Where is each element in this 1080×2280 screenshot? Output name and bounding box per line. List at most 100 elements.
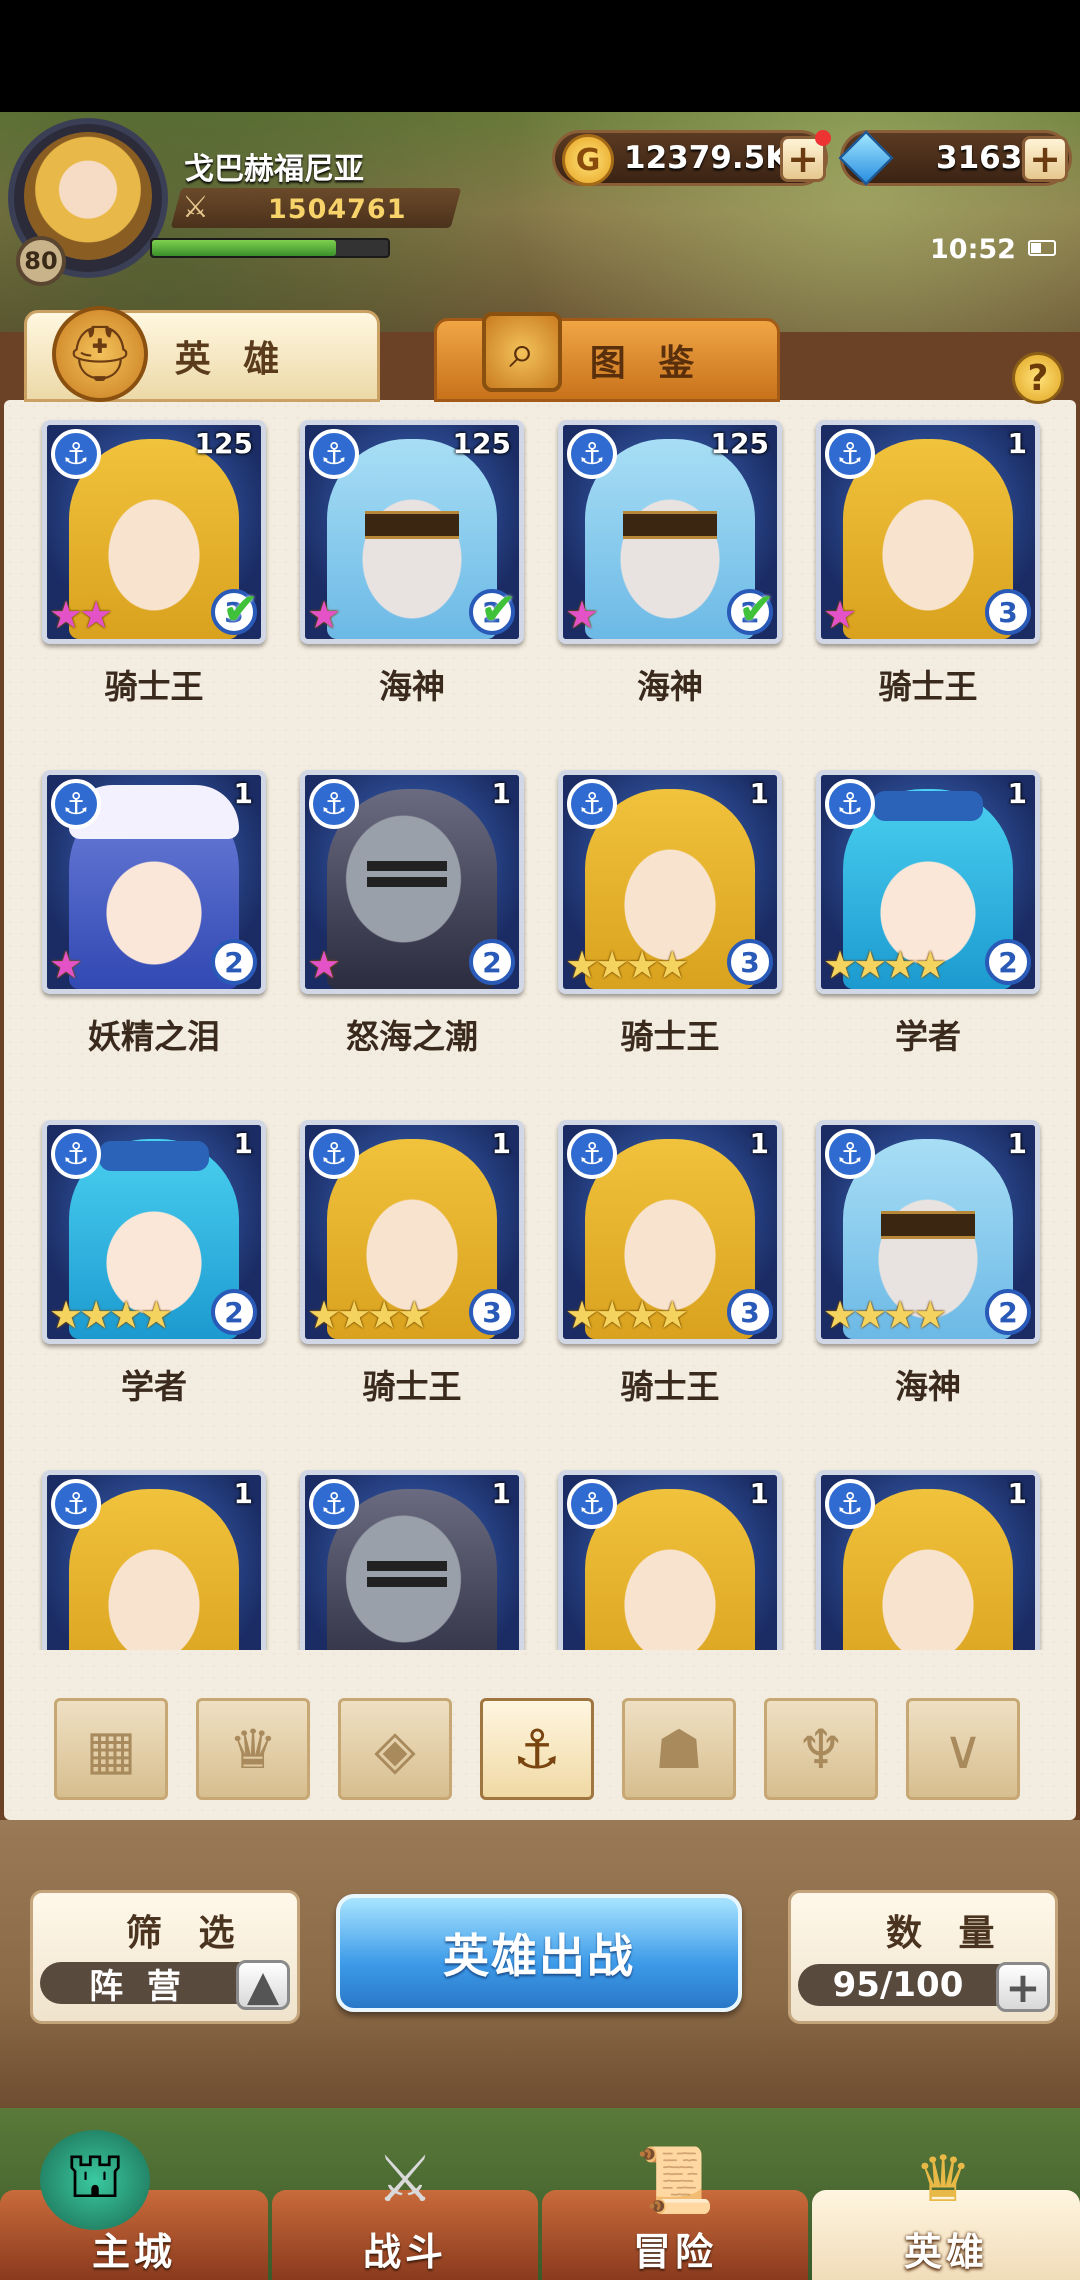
deploy-heroes-button[interactable]: 英雄出战 xyxy=(336,1894,742,2012)
hero-level: 1 xyxy=(491,777,511,810)
anchor-faction-icon: ⚓ xyxy=(51,1479,101,1529)
hero-level: 1 xyxy=(491,1477,511,1510)
anchor-faction-icon: ⚓ xyxy=(51,779,101,829)
crossed-swords-icon: ⚔ xyxy=(182,190,209,225)
faction-horn-icon[interactable]: ♆ xyxy=(764,1698,878,1800)
hero-name: 学者 xyxy=(895,1017,961,1056)
tab-heroes-label: 英 雄 xyxy=(174,339,290,380)
hero-level: 125 xyxy=(194,427,253,460)
star-rating: ★ xyxy=(307,593,341,637)
anchor-faction-icon: ⚓ xyxy=(567,779,617,829)
hero-level: 1 xyxy=(1007,1127,1027,1160)
castle-icon: ⛫ xyxy=(40,2130,150,2230)
map-scroll-icon: 📜 xyxy=(635,2143,715,2218)
anchor-faction-icon: ⚓ xyxy=(309,1479,359,1529)
notification-dot xyxy=(815,130,831,146)
hero-level: 125 xyxy=(710,427,769,460)
hero-name: 学者 xyxy=(121,1367,187,1406)
hero-card[interactable]: ⚓ 1 ★★★★ 3 xyxy=(558,1120,782,1344)
anchor-faction-icon: ⚓ xyxy=(825,429,875,479)
hero-grade: 2 xyxy=(985,939,1031,985)
hero-card[interactable]: ⚓ 1 ★ 2 xyxy=(42,770,266,994)
hero-card[interactable]: ⚓ 1 ★ 3 xyxy=(816,420,1040,644)
anchor-faction-icon: ⚓ xyxy=(825,1479,875,1529)
hero-grade: 2 xyxy=(985,1289,1031,1335)
anchor-faction-icon: ⚓ xyxy=(309,1129,359,1179)
hero-card[interactable]: ⚓ 125 ★ 2 ✔ xyxy=(300,420,524,644)
xp-bar-fill xyxy=(152,240,336,256)
anchor-faction-icon: ⚓ xyxy=(567,1479,617,1529)
help-button[interactable]: ? xyxy=(1012,352,1064,404)
hero-level: 1 xyxy=(233,1477,253,1510)
hero-level: 1 xyxy=(1007,777,1027,810)
battery-level xyxy=(1031,243,1041,253)
star-rating: ★★★★ xyxy=(307,1293,431,1337)
hero-card[interactable]: ⚓ 1 ★★★★ 2 xyxy=(42,1120,266,1344)
check-icon: ✔ xyxy=(480,584,517,635)
player-name: 戈巴赫福尼亚 xyxy=(184,152,364,187)
hero-name: 怒海之潮 xyxy=(346,1017,478,1056)
faction-beast-icon[interactable]: ☗ xyxy=(622,1698,736,1800)
hero-level: 1 xyxy=(1007,427,1027,460)
hero-level: 1 xyxy=(749,1477,769,1510)
hero-grade: 2 xyxy=(211,939,257,985)
player-level-badge: 80 xyxy=(16,236,66,286)
hero-card[interactable]: ⚓ 1 xyxy=(816,1470,1040,1650)
anchor-faction-icon: ⚓ xyxy=(51,1129,101,1179)
hero-grade: 3 xyxy=(985,589,1031,635)
anchor-faction-icon: ⚓ xyxy=(51,429,101,479)
hero-name: 海神 xyxy=(637,667,703,706)
hero-name: 骑士王 xyxy=(362,1367,462,1406)
faction-anchor-icon[interactable]: ⚓ xyxy=(480,1698,594,1800)
hero-grade: 3 xyxy=(727,1289,773,1335)
hero-name: 海神 xyxy=(895,1367,961,1406)
star-rating: ★★★★ xyxy=(823,943,947,987)
hero-grade: 3 xyxy=(469,1289,515,1335)
all-filter-icon[interactable]: ▦ xyxy=(54,1698,168,1800)
gold-coin-icon: G xyxy=(562,134,614,186)
hero-card[interactable]: ⚓ 1 xyxy=(300,1470,524,1650)
anchor-faction-icon: ⚓ xyxy=(825,779,875,829)
hero-card[interactable]: ⚓ 1 xyxy=(558,1470,782,1650)
clock: 10:52 xyxy=(930,234,1016,265)
hero-level: 1 xyxy=(749,777,769,810)
hero-card[interactable]: ⚓ 1 ★★★★ 3 xyxy=(558,770,782,994)
hero-card[interactable]: ⚓ 1 xyxy=(42,1470,266,1650)
anchor-faction-icon: ⚓ xyxy=(825,1129,875,1179)
hero-level: 1 xyxy=(749,1127,769,1160)
status-bar-area xyxy=(0,0,1080,112)
add-gem-button[interactable]: + xyxy=(1022,136,1068,182)
hero-level: 1 xyxy=(233,777,253,810)
chevron-up-icon[interactable]: ▲ xyxy=(236,1960,290,2010)
star-rating: ★★★★ xyxy=(565,943,689,987)
hero-card[interactable]: ⚓ 1 ★★★★ 2 xyxy=(816,770,1040,994)
hero-card[interactable]: ⚓ 1 ★★★★ 3 xyxy=(300,1120,524,1344)
combat-power: 1504761 xyxy=(268,194,407,225)
hero-card[interactable]: ⚓ 1 ★ 2 xyxy=(300,770,524,994)
hero-card[interactable]: ⚓ 1 ★★★★ 2 xyxy=(816,1120,1040,1344)
tab-atlas-label: 图 鉴 xyxy=(589,343,705,384)
star-rating: ★★★★ xyxy=(49,1293,173,1337)
faction-diamond-icon[interactable]: ◈ xyxy=(338,1698,452,1800)
knight-helmet-icon: ⛑ xyxy=(52,306,148,402)
filter-label: 筛 选 xyxy=(126,1913,247,1954)
hero-level: 1 xyxy=(1007,1477,1027,1510)
anchor-faction-icon: ⚓ xyxy=(567,429,617,479)
gold-amount: 12379.5K xyxy=(624,140,790,176)
faction-wing-icon[interactable]: ∨ xyxy=(906,1698,1020,1800)
hero-name: 骑士王 xyxy=(620,1017,720,1056)
hero-name: 妖精之泪 xyxy=(88,1017,220,1056)
hero-grade: 3 xyxy=(727,939,773,985)
hero-grade: 2 xyxy=(469,939,515,985)
quantity-label: 数 量 xyxy=(886,1913,1007,1954)
star-rating: ★★★★ xyxy=(823,1293,947,1337)
faction-flame-icon[interactable]: ♛ xyxy=(196,1698,310,1800)
hero-name: 海神 xyxy=(379,667,445,706)
hero-level: 125 xyxy=(452,427,511,460)
gem-amount: 3163 xyxy=(936,140,1023,176)
hero-card[interactable]: ⚓ 125 ★★ 3 ✔ xyxy=(42,420,266,644)
star-rating: ★ xyxy=(49,943,83,987)
expand-capacity-button[interactable]: + xyxy=(996,1962,1050,2012)
magnifier-icon: ⌕ xyxy=(482,312,562,392)
hero-card[interactable]: ⚓ 125 ★ 2 ✔ xyxy=(558,420,782,644)
